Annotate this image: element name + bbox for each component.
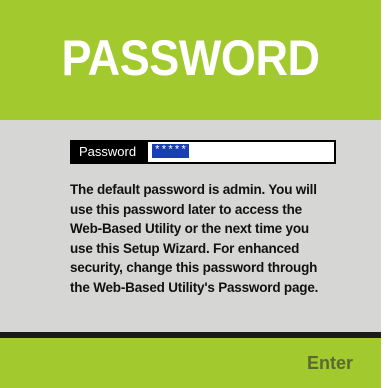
description-line: use this Setup Wizard. For enhanced	[70, 240, 300, 256]
enter-button[interactable]: Enter	[307, 352, 353, 374]
password-label: Password	[72, 142, 148, 162]
description-text: The default password is admin. You will …	[70, 180, 370, 297]
description-line: the Web-Based Utility's Password page.	[70, 279, 319, 295]
password-value: *****	[152, 144, 190, 158]
setup-wizard-panel: PASSWORD Password ***** The default pass…	[0, 0, 381, 388]
description-line: security, change this password through	[70, 260, 318, 275]
description-text-part: The default password is	[70, 182, 223, 197]
description-line: use this password later to access the	[70, 201, 302, 217]
description-line: Web-Based Utility or the next time you	[70, 221, 309, 236]
password-field: Password *****	[70, 140, 336, 164]
description-line: The default password is admin. You will	[70, 180, 370, 200]
default-password-value: admin	[222, 182, 262, 197]
footer-band: Enter	[0, 338, 381, 388]
password-input[interactable]: *****	[148, 142, 334, 162]
description-text-part: . You will	[261, 182, 317, 197]
page-title: PASSWORD	[61, 30, 320, 86]
header-band: PASSWORD	[0, 0, 381, 120]
